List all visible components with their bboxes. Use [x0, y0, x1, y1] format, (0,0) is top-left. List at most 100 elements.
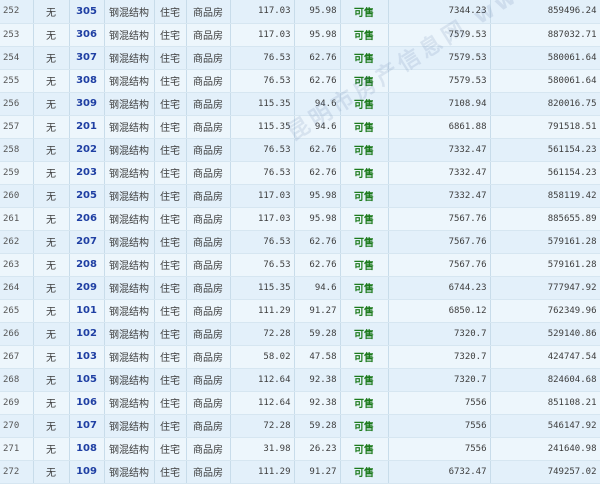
total-price-cell: 561154.23: [490, 138, 600, 162]
row-mark: 无: [33, 230, 70, 254]
room-cell[interactable]: 207: [69, 230, 105, 254]
floor-area-cell: 72.28: [230, 322, 295, 346]
sale-status-cell: 可售: [340, 69, 389, 93]
room-number-link[interactable]: 305: [76, 6, 97, 17]
row-mark: 无: [33, 437, 70, 461]
row-mark: 无: [33, 138, 70, 162]
room-number-link[interactable]: 103: [76, 351, 97, 362]
room-number-link[interactable]: 107: [76, 420, 97, 431]
room-cell[interactable]: 202: [69, 138, 105, 162]
usage-cell: 住宅: [154, 253, 187, 277]
usage-cell: 住宅: [154, 92, 187, 116]
room-cell[interactable]: 203: [69, 161, 105, 185]
sale-status-cell: 可售: [340, 322, 389, 346]
room-cell[interactable]: 306: [69, 23, 105, 47]
room-number-link[interactable]: 208: [76, 259, 97, 270]
room-cell[interactable]: 102: [69, 322, 105, 346]
room-number-link[interactable]: 102: [76, 328, 97, 339]
room-number-link[interactable]: 207: [76, 236, 97, 247]
sale-status-cell: 可售: [340, 414, 389, 438]
room-number-link[interactable]: 209: [76, 282, 97, 293]
property-type-cell: 商品房: [186, 161, 231, 185]
room-cell[interactable]: 308: [69, 69, 105, 93]
unit-price-cell: 7567.76: [388, 230, 491, 254]
room-number-link[interactable]: 201: [76, 121, 97, 132]
room-cell[interactable]: 206: [69, 207, 105, 231]
row-index: 266: [0, 322, 34, 346]
room-number-link[interactable]: 203: [76, 167, 97, 178]
usage-cell: 住宅: [154, 0, 187, 24]
room-number-link[interactable]: 308: [76, 75, 97, 86]
table-row: 258 无 202 钢混结构 住宅 商品房 76.53 62.76 可售 7332.47 56115…: [0, 138, 600, 162]
room-cell[interactable]: 205: [69, 184, 105, 208]
usage-cell: 住宅: [154, 115, 187, 139]
row-index: 269: [0, 391, 34, 415]
structure-cell: 钢混结构: [104, 437, 155, 461]
sale-status-cell: 可售: [340, 0, 389, 24]
total-price-cell: 762349.96: [490, 299, 600, 323]
room-number-link[interactable]: 108: [76, 443, 97, 454]
total-price-cell: 579161.28: [490, 230, 600, 254]
row-mark: 无: [33, 161, 70, 185]
property-type-cell: 商品房: [186, 322, 231, 346]
room-number-link[interactable]: 309: [76, 98, 97, 109]
row-mark: 无: [33, 414, 70, 438]
inner-area-cell: 62.76: [294, 69, 341, 93]
row-mark: 无: [33, 184, 70, 208]
structure-cell: 钢混结构: [104, 414, 155, 438]
room-cell[interactable]: 108: [69, 437, 105, 461]
room-cell[interactable]: 209: [69, 276, 105, 300]
room-cell[interactable]: 107: [69, 414, 105, 438]
status-badge: 可售: [354, 31, 374, 42]
table-row: 262 无 207 钢混结构 住宅 商品房 76.53 62.76 可售 7567.76 57916…: [0, 230, 600, 254]
room-number-link[interactable]: 307: [76, 52, 97, 63]
usage-cell: 住宅: [154, 46, 187, 70]
room-cell[interactable]: 106: [69, 391, 105, 415]
room-cell[interactable]: 307: [69, 46, 105, 70]
status-badge: 可售: [354, 77, 374, 88]
room-number-link[interactable]: 105: [76, 374, 97, 385]
property-type-cell: 商品房: [186, 414, 231, 438]
property-type-cell: 商品房: [186, 92, 231, 116]
table-row: 255 无 308 钢混结构 住宅 商品房 76.53 62.76 可售 7579.53 58006…: [0, 69, 600, 93]
property-type-cell: 商品房: [186, 69, 231, 93]
room-number-link[interactable]: 106: [76, 397, 97, 408]
total-price-cell: 424747.54: [490, 345, 600, 369]
room-cell[interactable]: 309: [69, 92, 105, 116]
room-number-link[interactable]: 306: [76, 29, 97, 40]
structure-cell: 钢混结构: [104, 230, 155, 254]
table-row: 269 无 106 钢混结构 住宅 商品房 112.64 92.38 可售 7556 851108.…: [0, 391, 600, 415]
room-cell[interactable]: 105: [69, 368, 105, 392]
total-price-cell: 791518.51: [490, 115, 600, 139]
usage-cell: 住宅: [154, 23, 187, 47]
room-cell[interactable]: 305: [69, 0, 105, 24]
status-badge: 可售: [354, 7, 374, 19]
room-cell[interactable]: 103: [69, 345, 105, 369]
total-price-cell: 749257.02: [490, 460, 600, 484]
room-number-link[interactable]: 109: [76, 466, 97, 477]
inner-area-cell: 47.58: [294, 345, 341, 369]
room-number-link[interactable]: 101: [76, 305, 97, 316]
total-price-cell: 824604.68: [490, 368, 600, 392]
room-cell[interactable]: 101: [69, 299, 105, 323]
status-badge: 可售: [354, 100, 374, 111]
total-price-cell: 241640.98: [490, 437, 600, 461]
room-number-link[interactable]: 206: [76, 213, 97, 224]
room-number-link[interactable]: 202: [76, 144, 97, 155]
floor-area-cell: 76.53: [230, 161, 295, 185]
structure-cell: 钢混结构: [104, 0, 155, 24]
room-cell[interactable]: 201: [69, 115, 105, 139]
room-cell[interactable]: 208: [69, 253, 105, 277]
inner-area-cell: 62.76: [294, 230, 341, 254]
usage-cell: 住宅: [154, 368, 187, 392]
status-badge: 可售: [354, 238, 374, 249]
property-type-cell: 商品房: [186, 138, 231, 162]
table-row: 252 无 305 钢混结构 住宅 商品房 117.03 95.98 可售 7344.23 8594…: [0, 0, 600, 24]
floor-area-cell: 58.02: [230, 345, 295, 369]
room-number-link[interactable]: 205: [76, 190, 97, 201]
unit-price-cell: 7556: [388, 437, 491, 461]
floor-area-cell: 117.03: [230, 184, 295, 208]
usage-cell: 住宅: [154, 276, 187, 300]
usage-cell: 住宅: [154, 391, 187, 415]
room-cell[interactable]: 109: [69, 460, 105, 484]
